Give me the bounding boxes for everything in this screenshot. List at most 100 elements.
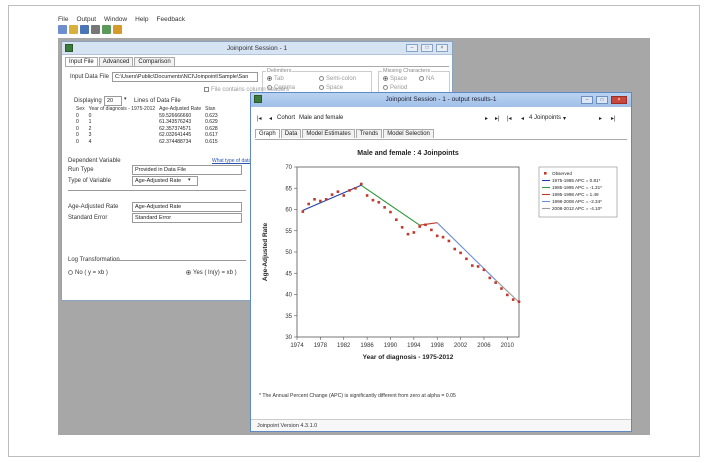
input-data-file-field[interactable]: C:\Users\Public\Documents\NCI\Joinpoint\… [112,72,258,82]
observed-point [348,189,351,192]
menu-window[interactable]: Window [104,16,127,25]
observed-point [430,228,433,232]
next-model-icon[interactable]: ▸ [599,115,602,122]
toolbar [58,25,122,35]
cohort-navigation: |◂ ◂ Cohort Male and female ▸ ▸| |◂ ◂ 4 … [257,112,625,124]
menu-file[interactable]: File [58,16,68,25]
table-cell: 0.629 [205,119,218,125]
chart-title: Male and female : 4 Joinpoints [357,150,459,157]
chevron-down-icon[interactable]: ▾ [563,115,566,122]
tab-model-estimates[interactable]: Model Estimates [302,129,355,138]
log-yes-radio[interactable]: Yes ( ln(y) = xb ) [186,270,237,276]
tab-model-selection[interactable]: Model Selection [383,129,434,138]
new-file-icon[interactable] [58,25,67,34]
delimiter-semicolon[interactable]: Semi-colon [319,76,356,82]
radio-icon [186,270,191,275]
session-title-bar[interactable]: Joinpoint Session - 1 – □ × [62,42,452,55]
chevron-down-icon[interactable]: ▾ [188,177,191,183]
lines-label: Lines of Data File [134,98,181,104]
observed-point [324,198,328,201]
apc-footnote: * The Annual Percent Change (APC) is sig… [259,393,456,399]
y-tick-label: 50 [285,250,292,256]
delimiter-space[interactable]: Space [319,85,343,91]
legend-label: 1998-2008 APC = -2.34* [552,199,602,204]
observed-point [336,190,340,193]
output-title: Joinpoint Session - 1 - output results-1 [385,96,497,103]
table-cell: 62.374488734 [159,138,192,145]
observed-point [319,199,322,203]
output-window: Joinpoint Session - 1 - output results-1… [250,92,632,432]
radio-icon [319,76,324,81]
maximize-icon[interactable]: □ [596,96,608,104]
last-cohort-icon[interactable]: ▸| [495,115,500,122]
output-title-bar[interactable]: Joinpoint Session - 1 - output results-1… [251,93,631,107]
missing-space-label: Space [390,76,408,83]
next-cohort-icon[interactable]: ▸ [485,115,488,122]
table-header: Sex [76,106,85,112]
chevron-down-icon[interactable]: ▾ [124,96,127,102]
legend-label: 1995-1998 APC = 1.49 [552,192,599,197]
copy-icon[interactable] [102,25,111,34]
radio-icon [319,85,324,90]
warning-icon[interactable] [113,25,122,34]
y-tick-label: 70 [285,165,292,171]
y-tick-label: 60 [285,208,292,214]
y-tick-label: 65 [285,186,292,192]
close-icon[interactable]: × [611,96,627,104]
missing-space[interactable]: Space [383,76,407,82]
tab-input-file[interactable]: Input File [65,57,98,66]
observed-point [377,200,381,204]
delimiter-tab[interactable]: Tab [267,76,284,82]
legend-label: 2008-2012 APC = -4.10* [552,206,602,211]
prev-cohort-icon[interactable]: ◂ [269,115,272,122]
observed-point [511,298,515,301]
age-adjusted-field[interactable]: Age-Adjusted Rate [132,202,242,212]
observed-point [354,186,357,190]
save-icon[interactable] [80,25,89,34]
table-row: 0 4 62.374488734 0.615 [74,139,220,146]
run-type-field[interactable]: Provided in Data File [132,165,242,175]
tab-data[interactable]: Data [280,129,302,138]
missing-period[interactable]: Period [383,85,407,91]
last-model-icon[interactable]: ▸| [611,115,616,122]
trend-segment [419,222,438,226]
first-model-icon[interactable]: |◂ [507,115,512,122]
version-label: Joinpoint Version 4.3.1.0 [257,423,318,429]
tab-advanced[interactable]: Advanced [98,57,134,66]
print-icon[interactable] [91,25,100,34]
missing-title: Missing Characters [382,68,432,74]
first-cohort-icon[interactable]: |◂ [257,115,262,122]
close-icon[interactable]: × [436,44,448,52]
menu-help[interactable]: Help [135,16,148,25]
output-tabs: Graph Data Model Estimates Trends Model … [255,129,435,138]
prev-model-icon[interactable]: ◂ [521,115,524,122]
radio-icon [419,76,424,81]
missing-na[interactable]: NA [419,76,434,82]
menu-output[interactable]: Output [76,16,96,25]
x-tick-label: 1978 [314,343,328,349]
menu-feedback[interactable]: Feedback [157,16,186,25]
tab-comparison[interactable]: Comparison [134,57,175,66]
observed-point [389,210,392,214]
minimize-icon[interactable]: – [581,96,593,104]
observed-point [418,225,421,228]
section-divider [68,190,246,191]
maximize-icon[interactable]: □ [421,44,433,52]
x-tick-label: 1974 [290,343,304,349]
displaying-select[interactable]: 20 [104,96,122,106]
tab-trends[interactable]: Trends [355,129,383,138]
x-axis-label: Year of diagnosis - 1975-2012 [363,354,454,361]
x-tick-label: 1986 [360,343,374,349]
table-header: Year of diagnosis - 1975-2012 [88,106,156,112]
log-no-radio[interactable]: No ( y = xb ) [68,270,108,276]
delimiter-space-label: Space [326,85,344,92]
table-cell: 0.617 [205,132,218,138]
tab-graph[interactable]: Graph [255,129,280,138]
open-folder-icon[interactable] [69,25,78,34]
radio-icon [383,76,388,81]
minimize-icon[interactable]: – [406,44,418,52]
standard-error-field[interactable]: Standard Error [132,213,242,223]
age-adjusted-label: Age-Adjusted Rate [68,204,119,210]
observed-point [307,202,310,206]
observed-point [488,276,492,280]
